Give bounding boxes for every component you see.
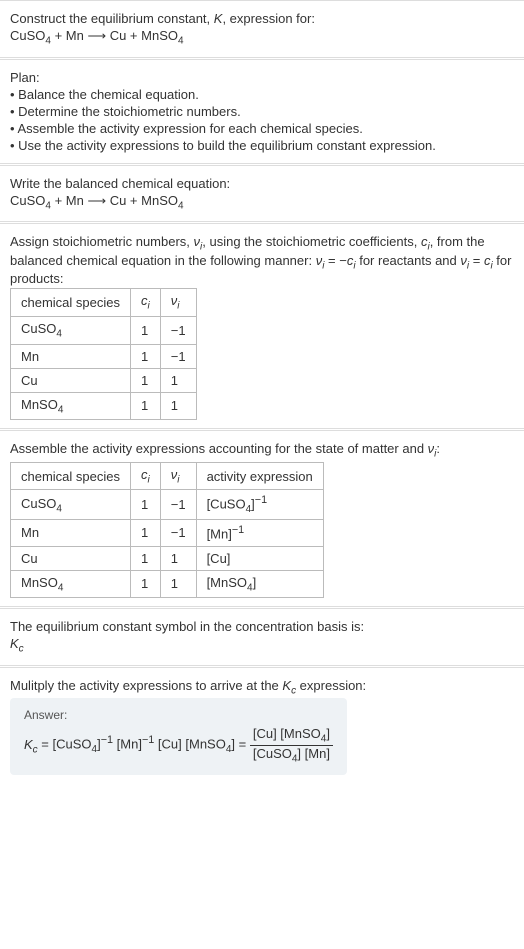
cell: 1 [160,392,196,420]
cell: MnSO4 [11,570,131,598]
plan-bullet: • Use the activity expressions to build … [10,138,514,153]
cell: [Cu] [196,546,323,570]
activity-intro: Assemble the activity expressions accoun… [10,441,514,460]
final-intro: Mulitply the activity expressions to arr… [10,678,514,697]
cell: −1 [160,316,196,344]
cell: CuSO4 [11,490,131,520]
cell: Mn [11,344,131,368]
final-section: Mulitply the activity expressions to arr… [0,667,524,783]
plan-title: Plan: [10,70,514,85]
cell: [CuSO4]−1 [196,490,323,520]
answer-expression: Kc = [CuSO4]−1 [Mn]−1 [Cu] [MnSO4] = [Cu… [24,726,333,764]
table-row: Mn1−1 [11,344,197,368]
table-row: MnSO411 [11,392,197,420]
th-species: chemical species [11,289,131,317]
cell: Cu [11,368,131,392]
table-header-row: chemical species ci νi activity expressi… [11,462,324,490]
cell: 1 [131,316,161,344]
cell: 1 [160,546,196,570]
prompt-title: Construct the equilibrium constant, K, e… [10,11,514,26]
cell: MnSO4 [11,392,131,420]
prompt-section: Construct the equilibrium constant, K, e… [0,0,524,57]
kc-symbol-section: The equilibrium constant symbol in the c… [0,608,524,665]
activity-table: chemical species ci νi activity expressi… [10,462,324,598]
answer-label: Answer: [24,708,333,722]
cell: 1 [131,520,161,546]
stoich-intro: Assign stoichiometric numbers, νi, using… [10,234,514,286]
th-vi: νi [160,289,196,317]
table-row: CuSO41−1 [11,316,197,344]
cell: 1 [131,490,161,520]
plan-section: Plan: • Balance the chemical equation. •… [0,59,524,163]
table-row: CuSO41−1[CuSO4]−1 [11,490,324,520]
plan-bullet: • Balance the chemical equation. [10,87,514,102]
table-row: Mn1−1[Mn]−1 [11,520,324,546]
cell: 1 [131,344,161,368]
cell: [MnSO4] [196,570,323,598]
th-ci: ci [131,289,161,317]
kc-text: The equilibrium constant symbol in the c… [10,619,514,634]
table-row: MnSO411[MnSO4] [11,570,324,598]
activity-section: Assemble the activity expressions accoun… [0,430,524,606]
th-activity: activity expression [196,462,323,490]
cell: 1 [131,546,161,570]
th-ci: ci [131,462,161,490]
th-species: chemical species [11,462,131,490]
th-vi: νi [160,462,196,490]
balanced-equation: CuSO4 + Mn ⟶ Cu + MnSO4 [10,193,514,212]
cell: 1 [160,368,196,392]
cell: [Mn]−1 [196,520,323,546]
cell: 1 [131,570,161,598]
answer-box: Answer: Kc = [CuSO4]−1 [Mn]−1 [Cu] [MnSO… [10,698,347,774]
balanced-eq-title: Write the balanced chemical equation: [10,176,514,191]
cell: Cu [11,546,131,570]
cell: −1 [160,490,196,520]
kc-symbol: Kc [10,636,514,655]
table-row: Cu11 [11,368,197,392]
cell: Mn [11,520,131,546]
stoich-table: chemical species ci νi CuSO41−1 Mn1−1 Cu… [10,288,197,420]
balanced-eq-section: Write the balanced chemical equation: Cu… [0,165,524,222]
cell: CuSO4 [11,316,131,344]
cell: −1 [160,520,196,546]
cell: 1 [160,570,196,598]
cell: 1 [131,368,161,392]
stoich-section: Assign stoichiometric numbers, νi, using… [0,223,524,428]
cell: 1 [131,392,161,420]
table-row: Cu11[Cu] [11,546,324,570]
fraction-denominator: [CuSO4] [Mn] [250,746,333,765]
table-header-row: chemical species ci νi [11,289,197,317]
plan-bullet: • Determine the stoichiometric numbers. [10,104,514,119]
fraction-numerator: [Cu] [MnSO4] [250,726,333,746]
plan-bullet: • Assemble the activity expression for e… [10,121,514,136]
reaction-equation: CuSO4 + Mn ⟶ Cu + MnSO4 [10,28,514,47]
cell: −1 [160,344,196,368]
